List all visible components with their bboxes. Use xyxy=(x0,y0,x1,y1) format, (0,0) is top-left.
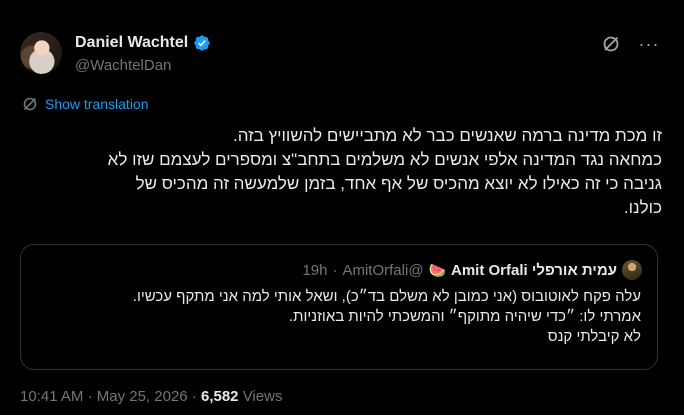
author-name[interactable]: Daniel Wachtel xyxy=(75,34,188,52)
verified-badge-icon xyxy=(194,35,210,51)
quoted-tweet[interactable]: עמית אורפלי Amit Orfali 🍉 @AmitOrfali · … xyxy=(20,244,658,370)
tweet-line: זו מכת מדינה ברמה שאנשים כבר לא מתביישים… xyxy=(232,126,662,145)
views-count: 6,582 xyxy=(200,388,239,405)
quoted-separator: · xyxy=(332,261,338,279)
author-handle[interactable]: @WachtelDan xyxy=(75,57,171,74)
show-translation-link[interactable]: Show translation xyxy=(22,96,149,112)
quoted-author-avatar[interactable] xyxy=(622,260,642,280)
quoted-tweet-header: עמית אורפלי Amit Orfali 🍉 @AmitOrfali · … xyxy=(302,260,642,280)
quoted-author-name[interactable]: עמית אורפלי Amit Orfali xyxy=(451,262,617,279)
tweet-line: גניבה כי זה כאילו לא יוצא מהכיס של אף אח… xyxy=(135,174,662,193)
tweet-body: זו מכת מדינה ברמה שאנשים כבר לא מתביישים… xyxy=(20,124,662,220)
author-name-row[interactable]: Daniel Wachtel xyxy=(75,34,211,52)
grok-icon[interactable] xyxy=(601,34,621,54)
translate-icon xyxy=(23,97,37,111)
watermelon-emoji-icon: 🍉 xyxy=(428,261,446,278)
show-translation-label[interactable]: Show translation xyxy=(45,96,149,112)
author-avatar[interactable] xyxy=(20,32,62,74)
meta-separator: · xyxy=(87,388,93,405)
tweet-meta: 10:41 AM · May 25, 2026 · 6,582 Views xyxy=(20,388,282,405)
tweet-actions: ··· xyxy=(601,34,659,54)
quoted-line: עלה פקח לאוטובוס (אני כמובן לא משלם בד״כ… xyxy=(132,288,641,305)
quoted-line: לא קיבלתי קנס xyxy=(547,328,641,345)
tweet-line: כמחאה נגד המדינה אלפי אנשים לא משלמים בת… xyxy=(107,150,662,169)
meta-separator: · xyxy=(191,388,197,405)
tweet-time[interactable]: 10:41 AM xyxy=(20,388,83,405)
quoted-tweet-body: עלה פקח לאוטובוס (אני כמובן לא משלם בד״כ… xyxy=(133,287,641,347)
tweet-date[interactable]: May 25, 2026 xyxy=(97,388,188,405)
quoted-line: אמרתי לו: ״כדי שיהיה מתוקף״ והמשכתי להיו… xyxy=(288,308,641,325)
quoted-timestamp[interactable]: 19h xyxy=(302,262,327,279)
tweet-line: כולנו. xyxy=(623,198,662,217)
views-label: Views xyxy=(242,388,283,405)
quoted-author-handle[interactable]: @AmitOrfali xyxy=(342,262,423,279)
more-options-icon[interactable]: ··· xyxy=(639,34,659,54)
